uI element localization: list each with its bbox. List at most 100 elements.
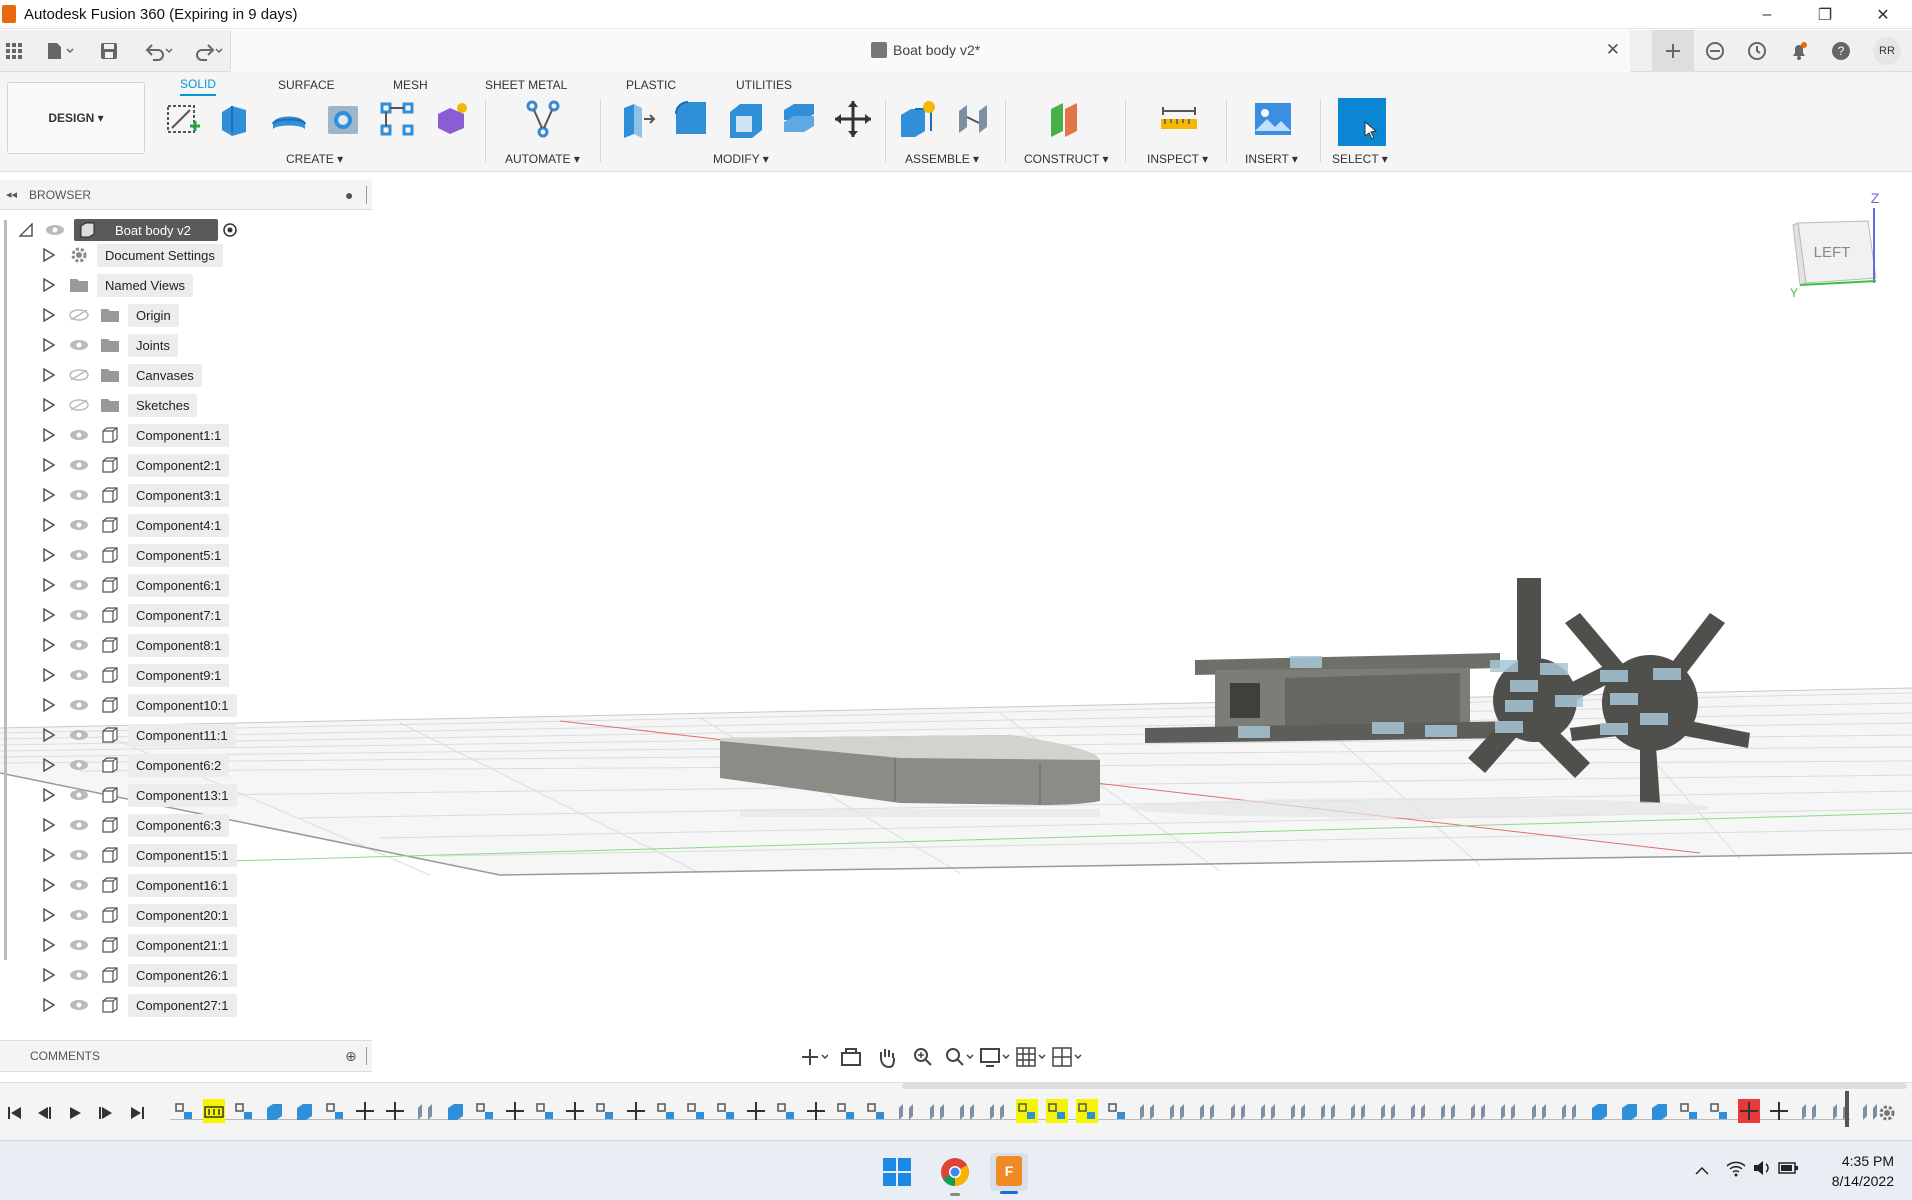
expand-triangle-icon[interactable] (42, 758, 56, 772)
browser-tree-row[interactable]: Component10:1 (0, 692, 260, 718)
offset-plane-icon[interactable] (1046, 98, 1088, 140)
visibility-eye-icon[interactable] (69, 939, 89, 951)
collapse-triangle-icon[interactable] (19, 223, 33, 237)
expand-triangle-icon[interactable] (42, 908, 56, 922)
timeline-move-icon[interactable] (354, 1099, 376, 1123)
expand-triangle-icon[interactable] (42, 938, 56, 952)
close-tab-button[interactable]: ✕ (1606, 40, 1620, 60)
undo-icon[interactable] (140, 38, 178, 64)
visibility-eye-icon[interactable] (69, 459, 89, 471)
timeline-play-icon[interactable] (63, 1101, 87, 1125)
expand-triangle-icon[interactable] (42, 338, 56, 352)
timeline-next-icon[interactable] (94, 1101, 118, 1125)
timeline-rigid-group-icon[interactable] (986, 1099, 1008, 1123)
timeline-joint-icon[interactable] (1678, 1099, 1700, 1123)
browser-tree-row[interactable]: Origin (0, 302, 260, 328)
measure-icon[interactable] (1158, 98, 1200, 140)
expand-triangle-icon[interactable] (42, 848, 56, 862)
timeline-joint-icon[interactable] (233, 1099, 255, 1123)
timeline-scrollbar[interactable] (902, 1083, 1907, 1089)
visibility-eye-icon[interactable] (69, 549, 89, 561)
system-clock[interactable]: 4:35 PM 8/14/2022 (1832, 1151, 1894, 1191)
visibility-eye-icon[interactable] (69, 579, 89, 591)
joint-icon[interactable] (952, 98, 994, 140)
timeline-joint-icon[interactable] (775, 1099, 797, 1123)
modify-group-menu[interactable]: MODIFY ▾ (713, 152, 769, 166)
automate-icon[interactable] (522, 98, 564, 140)
add-comment-icon[interactable]: ⊕ (345, 1048, 357, 1065)
orbit-icon[interactable] (800, 1044, 830, 1070)
fillet-icon[interactable] (670, 98, 712, 140)
expand-triangle-icon[interactable] (42, 458, 56, 472)
browser-tree-row[interactable]: Document Settings (0, 242, 260, 268)
timeline-move-icon[interactable] (625, 1099, 647, 1123)
timeline-rigid-group-icon[interactable] (1287, 1099, 1309, 1123)
tab-surface[interactable]: SURFACE (278, 74, 335, 96)
expand-triangle-icon[interactable] (42, 698, 56, 712)
timeline-joint-icon[interactable] (685, 1099, 707, 1123)
combine-icon[interactable] (778, 98, 820, 140)
expand-triangle-icon[interactable] (42, 428, 56, 442)
timeline-rigid-group-icon[interactable] (1798, 1099, 1820, 1123)
visibility-eye-icon[interactable] (69, 909, 89, 921)
timeline-joint-icon[interactable] (594, 1099, 616, 1123)
expand-triangle-icon[interactable] (42, 818, 56, 832)
expand-triangle-icon[interactable] (42, 548, 56, 562)
timeline-move-icon[interactable] (504, 1099, 526, 1123)
expand-triangle-icon[interactable] (42, 998, 56, 1012)
timeline-rigid-group-icon[interactable] (1497, 1099, 1519, 1123)
shell-icon[interactable] (724, 98, 766, 140)
visibility-eye-icon[interactable] (69, 999, 89, 1011)
visibility-eye-icon[interactable] (69, 429, 89, 441)
timeline-error-move-icon[interactable] (1738, 1099, 1761, 1123)
insert-group-menu[interactable]: INSERT ▾ (1245, 152, 1298, 166)
activate-radio-icon[interactable] (222, 222, 238, 238)
tab-solid[interactable]: SOLID (180, 74, 217, 96)
timeline-component-icon[interactable] (444, 1099, 466, 1123)
viewports-icon[interactable] (1052, 1044, 1082, 1070)
windows-start-icon[interactable] (882, 1157, 912, 1192)
timeline-move-icon[interactable] (564, 1099, 586, 1123)
timeline-joint-icon[interactable] (835, 1099, 857, 1123)
visibility-eye-icon[interactable] (69, 699, 89, 711)
browser-tree-row[interactable]: Sketches (0, 392, 260, 418)
timeline-joint-icon[interactable] (474, 1099, 496, 1123)
browser-tree-row[interactable]: Component2:1 (0, 452, 260, 478)
browser-tree-row[interactable]: Component7:1 (0, 602, 260, 628)
new-tab-plus-icon[interactable] (1652, 30, 1694, 72)
automate-group-menu[interactable]: AUTOMATE ▾ (505, 152, 580, 166)
pan-hand-icon[interactable] (872, 1044, 902, 1070)
browser-tree-row[interactable]: Canvases (0, 362, 260, 388)
visibility-eye-icon[interactable] (69, 879, 89, 891)
timeline-rigid-group-icon[interactable] (1196, 1099, 1218, 1123)
hole-icon[interactable] (322, 98, 364, 140)
browser-resize-handle[interactable] (366, 185, 367, 204)
tab-mesh[interactable]: MESH (393, 74, 428, 96)
comments-resize-handle[interactable] (366, 1047, 367, 1065)
expand-triangle-icon[interactable] (42, 308, 56, 322)
timeline-joint-icon[interactable] (655, 1099, 677, 1123)
timeline-move-icon[interactable] (745, 1099, 767, 1123)
zoom-icon[interactable] (908, 1044, 938, 1070)
browser-tree-row[interactable]: Named Views (0, 272, 260, 298)
browser-root-row[interactable]: Boat body v2 (0, 217, 260, 243)
tab-plastic[interactable]: PLASTIC (626, 74, 676, 96)
timeline-rigid-group-icon[interactable] (1227, 1099, 1249, 1123)
timeline-rigid-group-icon[interactable] (1347, 1099, 1369, 1123)
timeline-joint-icon[interactable] (173, 1099, 195, 1123)
timeline-rigid-group-icon[interactable] (1377, 1099, 1399, 1123)
timeline-joint-icon[interactable] (715, 1099, 737, 1123)
timeline-settings-gear-icon[interactable] (1875, 1101, 1899, 1125)
redo-icon[interactable] (190, 38, 228, 64)
timeline-component-icon[interactable] (1588, 1099, 1610, 1123)
account-area[interactable]: RR (1862, 30, 1912, 72)
expand-triangle-icon[interactable] (42, 608, 56, 622)
document-tab[interactable]: Boat body v2* ✕ (230, 30, 1630, 72)
tab-utilities[interactable]: UTILITIES (736, 74, 792, 96)
browser-tree-row[interactable]: Component6:2 (0, 752, 260, 778)
browser-tree-row[interactable]: Component6:1 (0, 572, 260, 598)
inspect-group-menu[interactable]: INSPECT ▾ (1147, 152, 1208, 166)
visibility-eye-icon[interactable] (69, 489, 89, 501)
visibility-eye-icon[interactable] (69, 849, 89, 861)
pattern-icon[interactable] (376, 98, 418, 140)
